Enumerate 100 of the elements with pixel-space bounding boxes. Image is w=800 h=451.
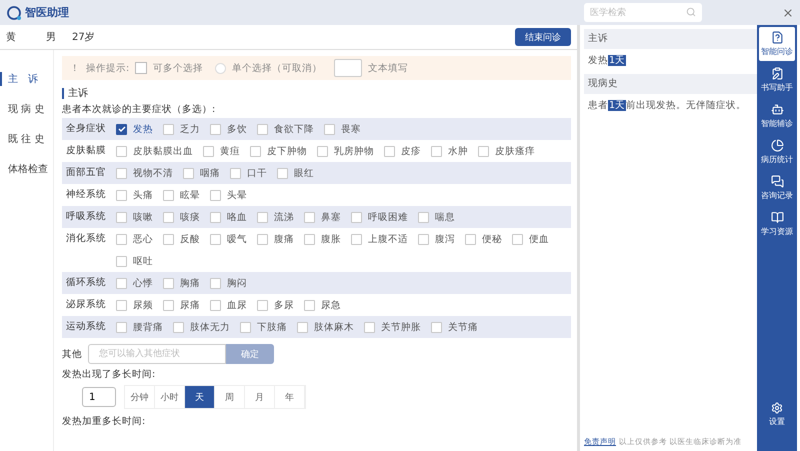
symptom-option[interactable]: 咳痰 [163, 206, 200, 228]
symptom-option[interactable]: 关节肿胀 [364, 316, 421, 338]
symptom-option[interactable]: 头晕 [210, 184, 247, 206]
symptom-option[interactable]: 眼红 [277, 162, 314, 184]
sidebar-item[interactable]: 咨询记录 [759, 171, 795, 205]
symptom-option[interactable]: 上腹不适 [351, 228, 408, 250]
hint-text: 单个选择（可取消） [232, 62, 322, 74]
symptom-option[interactable]: 食欲下降 [257, 118, 314, 140]
symptom-option[interactable]: 肢体麻木 [297, 316, 354, 338]
search-icon [686, 7, 696, 17]
duration-field[interactable]: 1 [82, 387, 116, 407]
summary-heading: 主诉 [584, 29, 757, 49]
robot-icon [770, 103, 784, 116]
summary-text: 患者1天前出现发热。无伴随症状。 [587, 99, 748, 113]
symptom-option[interactable]: 尿频 [116, 294, 153, 316]
symptom-option[interactable]: 腹泻 [418, 228, 455, 250]
checkbox[interactable] [116, 124, 127, 134]
settings-item[interactable]: 设置 [759, 398, 795, 431]
symptom-option[interactable]: 反酸 [163, 228, 200, 250]
pie-chart-icon [770, 139, 784, 152]
search-field[interactable]: 医学检索 [584, 3, 702, 22]
category-label: 消化系统 [66, 232, 107, 246]
hint-label: 操作提示: [86, 62, 130, 74]
patient-name: 黄 [6, 30, 17, 44]
summary-heading: 现病史 [584, 74, 757, 94]
end-consultation-button[interactable]: 结束问诊 [515, 28, 571, 46]
hint-text: 文本填写 [368, 62, 408, 74]
radio-sample [215, 62, 226, 74]
symptom-option[interactable]: 咯血 [210, 206, 247, 228]
category-label: 神经系统 [66, 188, 107, 202]
symptom-option[interactable]: 便血 [512, 228, 549, 250]
question-text: 发热加重多长时间: [62, 415, 146, 428]
settings-icon [771, 402, 783, 414]
sidebar-item[interactable]: 智能辅诊 [759, 99, 795, 133]
other-label: 其他 [62, 348, 82, 360]
sidebar-item[interactable]: 学习资源 [759, 207, 795, 241]
symptom-option[interactable]: 腹胀 [304, 228, 341, 250]
patient-age: 27岁 [72, 30, 96, 44]
symptom-option[interactable]: 恶心 [116, 228, 153, 250]
nav-tab[interactable]: 主 诉 [0, 72, 53, 86]
symptom-option[interactable]: 皮肤黏膜出血 [116, 140, 193, 162]
symptom-option[interactable]: 眩晕 [163, 184, 200, 206]
symptom-option[interactable]: 畏寒 [324, 118, 361, 140]
question-icon [770, 31, 784, 44]
symptom-option[interactable]: 心悸 [116, 272, 153, 294]
app-name: 智医助理 [25, 5, 69, 20]
symptom-option[interactable]: 喘息 [418, 206, 455, 228]
symptom-option[interactable]: 尿急 [304, 294, 341, 316]
symptom-option[interactable]: 皮疹 [384, 140, 421, 162]
symptom-option[interactable]: 胸闷 [210, 272, 247, 294]
symptom-option[interactable]: 呼吸困难 [351, 206, 408, 228]
symptom-option[interactable]: 口干 [230, 162, 267, 184]
symptom-option[interactable]: 流涕 [257, 206, 294, 228]
symptom-option[interactable]: 咽痛 [183, 162, 220, 184]
symptom-option[interactable]: 皮下肿物 [250, 140, 307, 162]
symptom-option[interactable]: 下肢痛 [240, 316, 287, 338]
symptom-option[interactable]: 腰背痛 [116, 316, 163, 338]
symptom-option[interactable]: 黄疸 [203, 140, 240, 162]
close-button[interactable] [782, 6, 794, 18]
symptom-option[interactable]: 肢体无力 [173, 316, 230, 338]
symptom-option[interactable]: 发热 [116, 118, 153, 140]
category-label: 全身症状 [66, 122, 107, 136]
symptom-option[interactable]: 尿痛 [163, 294, 200, 316]
patient-gender: 男 [46, 31, 57, 44]
symptom-option[interactable]: 多饮 [210, 118, 247, 140]
category-label: 运动系统 [66, 320, 107, 334]
nav-tab[interactable]: 现 病 史 [0, 102, 53, 116]
symptom-option[interactable]: 鼻塞 [304, 206, 341, 228]
symptom-option[interactable]: 乳房肿物 [317, 140, 374, 162]
symptom-option[interactable]: 乏力 [163, 118, 200, 140]
symptom-option[interactable]: 水肿 [431, 140, 468, 162]
symptom-option[interactable]: 视物不清 [116, 162, 173, 184]
hint-text: 可多个选择 [153, 62, 204, 74]
sidebar-item[interactable]: 病历统计 [759, 135, 795, 169]
nav-tab[interactable]: 既 往 史 [0, 132, 53, 146]
symptom-option[interactable]: 胸痛 [163, 272, 200, 294]
question-text: 发热出现了多长时间: [62, 368, 156, 381]
question-text: 患者本次就诊的主要症状（多选）: [62, 103, 216, 116]
unit-option[interactable]: 天 [185, 386, 215, 408]
symptom-option[interactable]: 腹痛 [257, 228, 294, 250]
symptom-option[interactable]: 呕吐 [116, 250, 153, 272]
category-label: 皮肤黏膜 [66, 144, 107, 158]
symptom-option[interactable]: 关节痛 [431, 316, 478, 338]
symptom-option[interactable]: 皮肤瘙痒 [478, 140, 535, 162]
category-label: 循环系统 [66, 276, 107, 290]
chat-icon [770, 175, 784, 188]
symptom-option[interactable]: 咳嗽 [116, 206, 153, 228]
text-field-sample [334, 59, 362, 77]
nav-tab[interactable]: 体格检查 [0, 162, 53, 176]
other-symptom-field[interactable]: 您可以输入其他症状 [88, 344, 226, 364]
category-label: 面部五官 [66, 166, 107, 180]
book-icon [770, 211, 784, 224]
symptom-option[interactable]: 头痛 [116, 184, 153, 206]
symptom-option[interactable]: 便秘 [465, 228, 502, 250]
checkbox-sample [135, 62, 148, 74]
symptom-option[interactable]: 血尿 [210, 294, 247, 316]
symptom-option[interactable]: 多尿 [257, 294, 294, 316]
symptom-option[interactable]: 嗳气 [210, 228, 247, 250]
sidebar-item[interactable]: 智能问诊 [759, 27, 795, 61]
sidebar-item[interactable]: 书写助手 [759, 63, 795, 97]
